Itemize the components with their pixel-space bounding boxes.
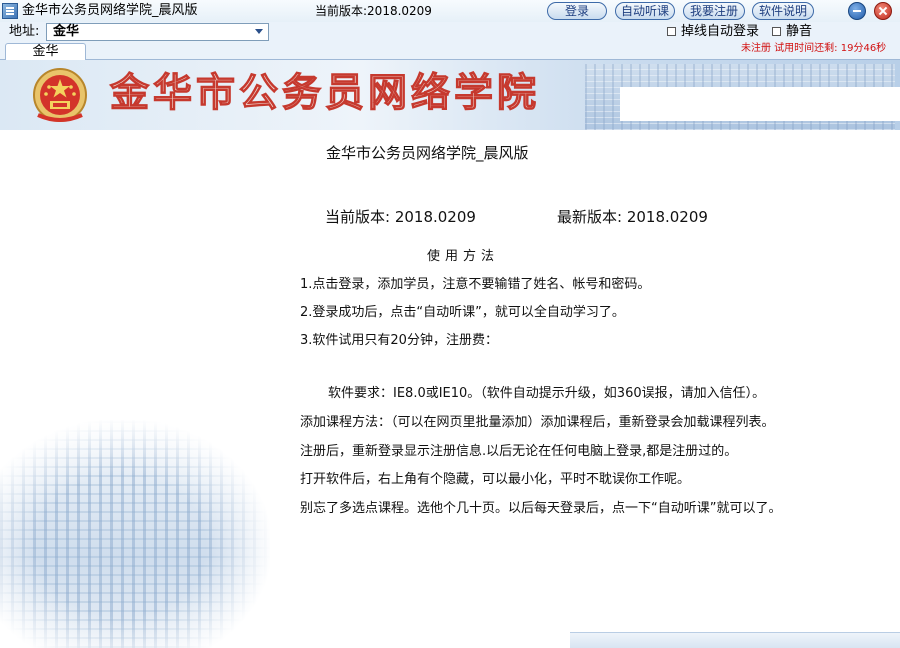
title-bar: 金华市公务员网络学院_晨风版 当前版本:2018.0209 登录 自动听课 我要… xyxy=(0,0,900,22)
instruction-line: 3.软件试用只有20分钟，注册费： xyxy=(300,333,498,348)
app-icon xyxy=(2,3,18,19)
register-button[interactable]: 我要注册 xyxy=(683,2,745,20)
address-value: 金华 xyxy=(53,24,80,39)
login-button[interactable]: 登录 xyxy=(547,2,607,20)
banner: 金华市公务员网络学院 xyxy=(0,60,900,130)
tab-jinhua[interactable]: 金华 xyxy=(5,43,86,61)
banner-title: 金华市公务员网络学院 xyxy=(109,69,541,116)
building-watermark xyxy=(0,420,270,648)
requirement-line: 软件要求：IE8.0或IE10。（软件自动提示升级，如360误报，请加入信任）。 xyxy=(328,386,766,401)
current-version-text: 当前版本: 2018.0209 xyxy=(325,208,476,226)
tip-line: 添加课程方法：（可以在网页里批量添加）添加课程后，重新登录会加载课程列表。 xyxy=(300,415,775,430)
close-icon[interactable] xyxy=(874,2,892,20)
instruction-line: 1.点击登录，添加学员，注意不要输错了姓名、帐号和密码。 xyxy=(300,277,651,292)
current-version-label: 当前版本:2018.0209 xyxy=(315,4,432,18)
window-title: 金华市公务员网络学院_晨风版 xyxy=(22,3,198,18)
content-headline: 金华市公务员网络学院_晨风版 xyxy=(326,144,529,162)
latest-version-text: 最新版本: 2018.0209 xyxy=(557,208,708,226)
tip-line: 打开软件后，右上角有个隐藏，可以最小化，平时不耽误你工作呢。 xyxy=(300,472,691,487)
mute-checkbox[interactable] xyxy=(772,27,781,36)
usage-title: 使用方法 xyxy=(427,249,500,264)
mute-label: 静音 xyxy=(786,24,813,39)
bottom-strip xyxy=(570,632,900,648)
trial-status: 未注册 试用时间还剩: 19分46秒 xyxy=(741,43,887,54)
minimize-icon[interactable] xyxy=(848,2,866,20)
tip-line: 注册后，重新登录显示注册信息.以后无论在任何电脑上登录,都是注册过的。 xyxy=(300,444,738,459)
auto-relogin-label: 掉线自动登录 xyxy=(681,24,760,39)
manual-button[interactable]: 软件说明 xyxy=(752,2,814,20)
auto-relogin-checkbox[interactable] xyxy=(667,27,676,36)
national-emblem-icon xyxy=(33,68,87,122)
address-label: 地址: xyxy=(9,24,40,39)
address-select[interactable]: 金华 xyxy=(46,23,269,41)
banner-blank-area xyxy=(620,87,900,121)
tip-line: 别忘了多选点课程。选他个几十页。以后每天登录后，点一下“自动听课”就可以了。 xyxy=(300,501,782,516)
chevron-down-icon xyxy=(255,29,263,34)
instruction-line: 2.登录成功后，点击“自动听课”，就可以全自动学习了。 xyxy=(300,305,625,320)
address-bar: 地址: 金华 掉线自动登录 静音 xyxy=(0,22,900,42)
auto-listen-button[interactable]: 自动听课 xyxy=(615,2,675,20)
